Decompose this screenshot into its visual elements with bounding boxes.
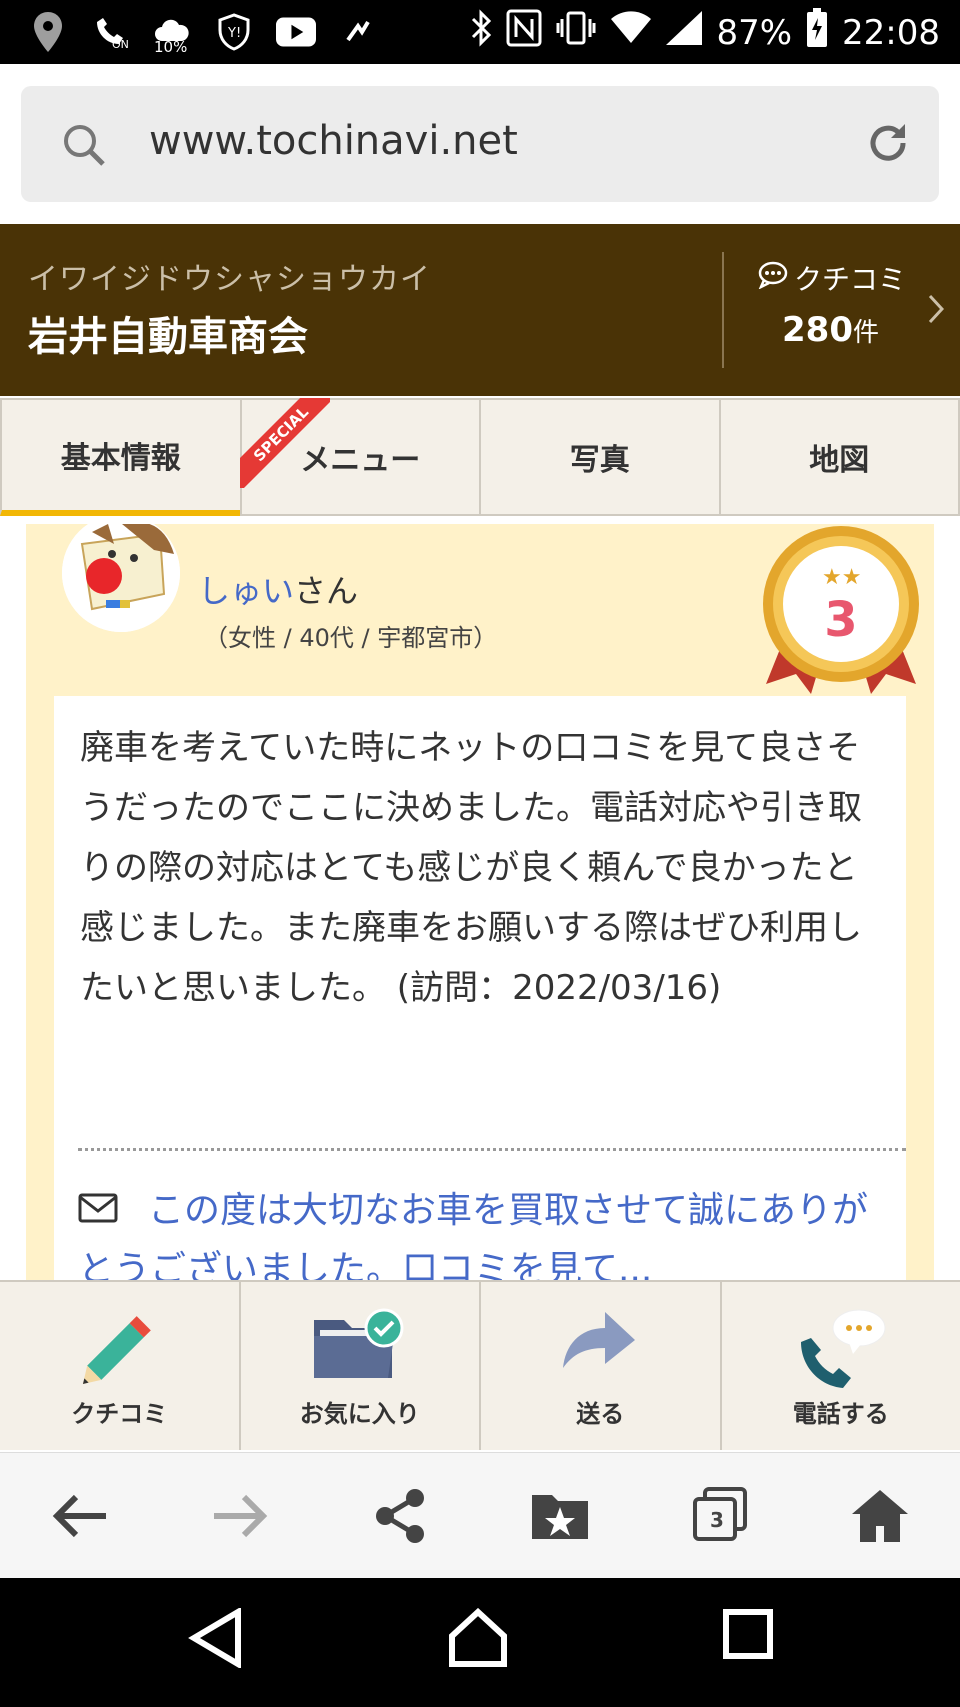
divider bbox=[722, 252, 724, 368]
nfc-icon bbox=[506, 9, 542, 56]
tab-basic-info[interactable]: 基本情報 bbox=[0, 398, 240, 516]
reviewer-name: しゅいさん bbox=[198, 566, 358, 612]
review-card: しゅいさん （女性 / 40代 / 宇都宮市） ★★ 3 廃車を考えていた時にネ… bbox=[26, 524, 934, 1280]
kuchikomi-count: 280 bbox=[782, 310, 853, 350]
shop-header: イワイジドウシャショウカイ 岩井自動車商会 クチコミ 280件 bbox=[0, 224, 960, 396]
action-label: クチコミ bbox=[71, 1400, 168, 1428]
signal-icon bbox=[666, 11, 703, 54]
shield-y-icon: Y! bbox=[214, 12, 254, 52]
special-ribbon: SPECIAL bbox=[239, 398, 330, 488]
share-icon[interactable] bbox=[360, 1476, 440, 1556]
on-label: ON bbox=[112, 38, 129, 51]
shop-reply[interactable]: この度は大切なお車を買取させて誠にありがとうございました。口コミを見て... bbox=[78, 1182, 878, 1280]
tab-menu[interactable]: SPECIAL メニュー bbox=[239, 398, 479, 516]
kuchikomi-label: クチコミ bbox=[794, 263, 907, 296]
mail-icon bbox=[78, 1183, 118, 1241]
address-bar[interactable]: www.tochinavi.net bbox=[21, 86, 939, 202]
system-home-icon[interactable] bbox=[448, 1607, 508, 1672]
home-icon[interactable] bbox=[840, 1476, 920, 1556]
chevron-right-icon bbox=[928, 294, 945, 328]
reload-icon[interactable] bbox=[865, 120, 911, 170]
system-back-icon[interactable] bbox=[188, 1606, 244, 1672]
speech-bubble-icon bbox=[758, 261, 788, 296]
bookmarks-icon[interactable] bbox=[520, 1476, 600, 1556]
divider bbox=[78, 1148, 906, 1151]
tab-count: 3 bbox=[710, 1507, 724, 1532]
status-bar: ON 10% Y! 87% 22:08 bbox=[0, 0, 960, 64]
honorific: さん bbox=[294, 572, 359, 610]
special-badge: SPECIAL bbox=[239, 398, 330, 488]
favorite-button[interactable]: お気に入り bbox=[240, 1282, 481, 1450]
send-button[interactable]: 送る bbox=[481, 1282, 722, 1450]
tab-bar: 基本情報 SPECIAL メニュー 写真 地図 bbox=[0, 398, 960, 516]
vibrate-icon bbox=[556, 9, 596, 56]
folder-check-icon bbox=[310, 1306, 410, 1390]
kuchikomi-button[interactable]: クチコミ bbox=[0, 1282, 241, 1450]
rank-number: 3 bbox=[824, 592, 857, 648]
app-arrow-icon bbox=[338, 12, 378, 52]
location-icon bbox=[28, 12, 68, 52]
rank-badge: ★★ 3 bbox=[756, 524, 926, 704]
weather-percent: 10% bbox=[154, 38, 188, 56]
forward-icon[interactable] bbox=[200, 1476, 280, 1556]
review-text: 廃車を考えていた時にネットの口コミを見て良さそうだったのでここに決めました。電話… bbox=[80, 728, 862, 1008]
battery-percent: 87% bbox=[716, 12, 793, 53]
bluetooth-icon bbox=[470, 9, 492, 56]
reply-text: この度は大切なお車を買取させて誠にありがとうございました。口コミを見て... bbox=[78, 1190, 869, 1280]
tab-photos[interactable]: 写真 bbox=[479, 398, 719, 516]
kuchikomi-unit: 件 bbox=[852, 318, 879, 348]
weather-icon: 10% bbox=[152, 12, 192, 56]
kuchikomi-link[interactable]: クチコミ 280件 bbox=[730, 244, 960, 374]
avatar bbox=[62, 524, 180, 632]
svg-text:★★: ★★ bbox=[822, 565, 861, 590]
phone-icon bbox=[791, 1306, 891, 1400]
tab-label: 写真 bbox=[569, 443, 630, 478]
system-recents-icon[interactable] bbox=[722, 1608, 774, 1664]
shop-name: 岩井自動車商会 bbox=[28, 314, 308, 360]
pencil-icon bbox=[74, 1306, 164, 1394]
system-nav-bar bbox=[0, 1578, 960, 1707]
reviewer-name-link[interactable]: しゅい bbox=[198, 572, 294, 610]
back-icon[interactable] bbox=[40, 1476, 120, 1556]
call-button[interactable]: 電話する bbox=[721, 1282, 960, 1450]
browser-nav: 3 bbox=[0, 1452, 960, 1578]
youtube-icon bbox=[276, 12, 316, 52]
battery-icon bbox=[806, 8, 828, 57]
clock: 22:08 bbox=[842, 12, 940, 53]
shop-kana: イワイジドウシャショウカイ bbox=[28, 262, 431, 297]
reviewer-info: （女性 / 40代 / 宇都宮市） bbox=[204, 624, 498, 652]
tab-label: 基本情報 bbox=[60, 441, 181, 476]
share-arrow-icon bbox=[555, 1306, 645, 1390]
action-label: 送る bbox=[576, 1400, 625, 1428]
browser-toolbar: www.tochinavi.net bbox=[0, 64, 960, 224]
tab-map[interactable]: 地図 bbox=[718, 398, 960, 516]
wifi-icon bbox=[610, 11, 652, 54]
action-bar: クチコミ お気に入り 送る 電話する bbox=[0, 1280, 960, 1450]
search-icon bbox=[61, 122, 107, 172]
svg-text:Y!: Y! bbox=[227, 26, 241, 41]
wifi-calling-icon: ON bbox=[90, 12, 130, 52]
action-label: お気に入り bbox=[299, 1400, 420, 1428]
tab-label: 地図 bbox=[809, 443, 870, 478]
tabs-icon[interactable]: 3 bbox=[680, 1476, 760, 1556]
action-label: 電話する bbox=[792, 1400, 889, 1428]
url-text[interactable]: www.tochinavi.net bbox=[149, 118, 518, 164]
